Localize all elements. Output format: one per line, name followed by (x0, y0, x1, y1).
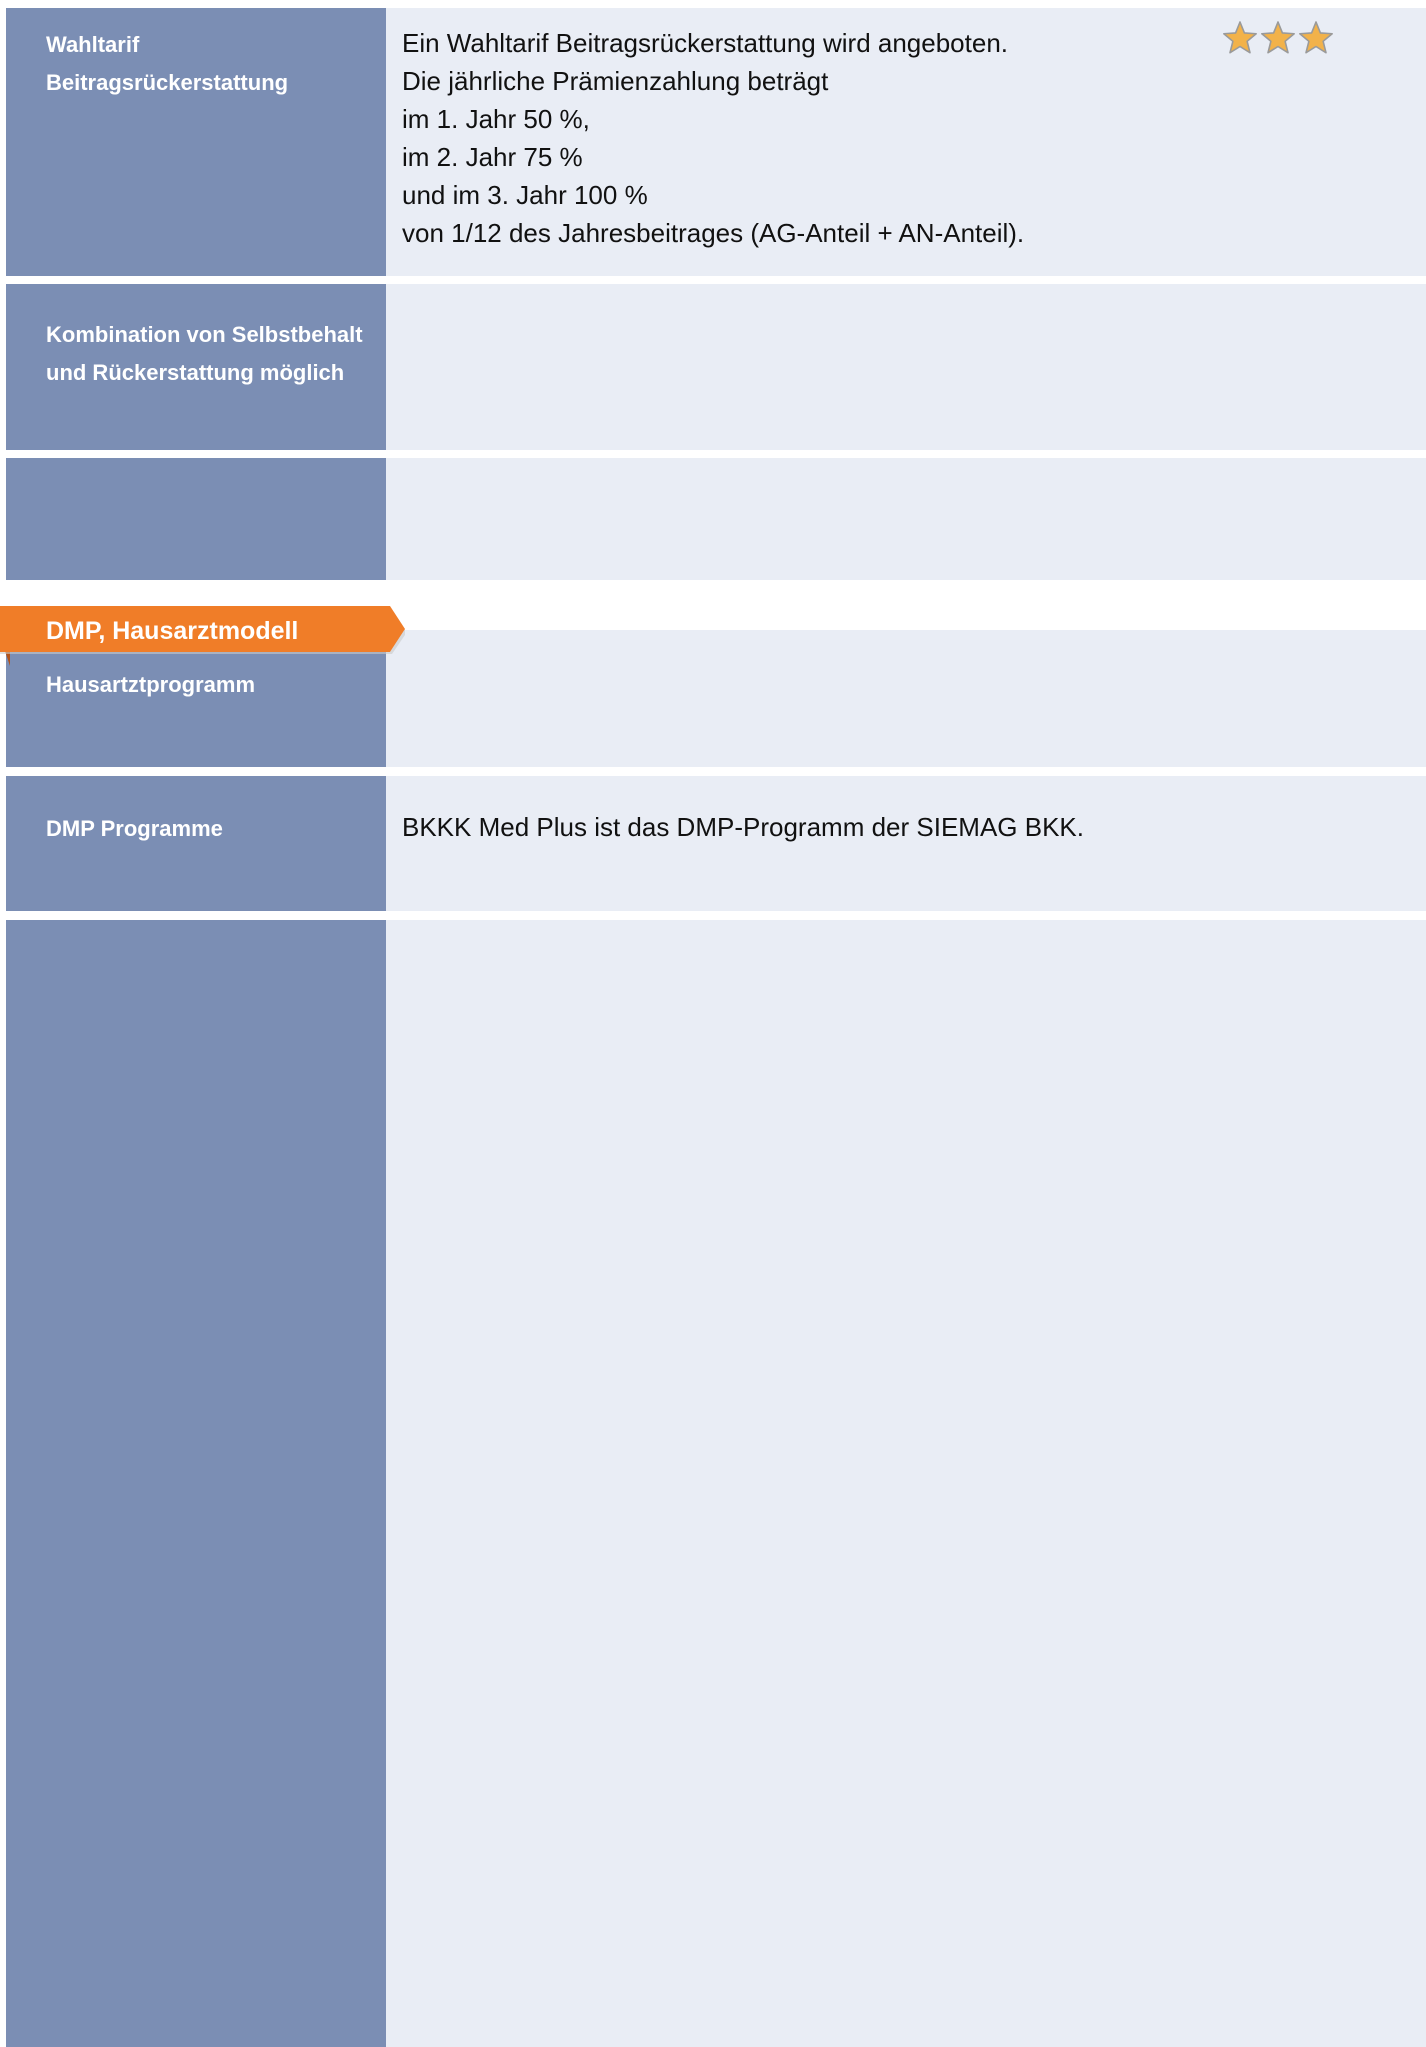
row-label-line: Beitragsrückerstattung (46, 70, 289, 95)
table-row (6, 458, 1426, 580)
content-line: im 1. Jahr 50 %, (402, 104, 590, 134)
row-label: Wahltarif Beitragsrückerstattung (46, 26, 386, 102)
section-banner: DMP, Hausarztmodell (0, 606, 405, 666)
table-row: Wahltarif Beitragsrückerstattung Ein Wah… (6, 8, 1426, 276)
row-content-cell (386, 284, 1426, 450)
row-content: Ein Wahltarif Beitragsrückerstattung wir… (402, 24, 1024, 252)
content-line: Die jährliche Prämienzahlung beträgt (402, 66, 829, 96)
row-content: BKKK Med Plus ist das DMP-Programm der S… (402, 808, 1084, 846)
content-line: BKKK Med Plus ist das DMP-Programm der S… (402, 812, 1084, 842)
row-label: DMP Programme (46, 810, 386, 848)
row-label-line: Wahltarif (46, 32, 140, 57)
star-rating (1222, 20, 1342, 60)
star-icon (1261, 21, 1295, 54)
row-label-line: DMP Programme (46, 816, 223, 841)
section-title: DMP, Hausarztmodell (46, 617, 299, 645)
content-line: Ein Wahltarif Beitragsrückerstattung wir… (402, 28, 1009, 58)
row-label-cell: DMP Programme (6, 776, 386, 911)
table-row: Kombination von Selbstbehalt und Rückers… (6, 284, 1426, 450)
row-content-cell (386, 920, 1426, 2047)
row-label-line: Kombination von Selbstbehalt (46, 322, 363, 347)
row-label-line: Hausartztprogramm (46, 672, 256, 697)
table-row: DMP Programme BKKK Med Plus ist das DMP-… (6, 776, 1426, 911)
star-icon (1299, 21, 1333, 54)
content-line: und im 3. Jahr 100 % (402, 180, 648, 210)
row-label-cell: Wahltarif Beitragsrückerstattung (6, 8, 386, 276)
row-content-cell (386, 630, 1426, 767)
row-content-cell: BKKK Med Plus ist das DMP-Programm der S… (386, 776, 1426, 911)
row-label-cell (6, 920, 386, 2047)
table-row (6, 920, 1426, 2047)
row-label: Kombination von Selbstbehalt und Rückers… (46, 316, 386, 392)
row-content-cell (386, 458, 1426, 580)
content-line: von 1/12 des Jahresbeitrages (AG-Anteil … (402, 218, 1025, 248)
row-label-line: und Rückerstattung möglich (46, 360, 345, 385)
content-line: im 2. Jahr 75 % (402, 142, 583, 172)
star-icon (1223, 21, 1257, 54)
row-label-cell (6, 458, 386, 580)
row-label: Hausartztprogramm (46, 666, 386, 704)
row-label-cell: Kombination von Selbstbehalt und Rückers… (6, 284, 386, 450)
